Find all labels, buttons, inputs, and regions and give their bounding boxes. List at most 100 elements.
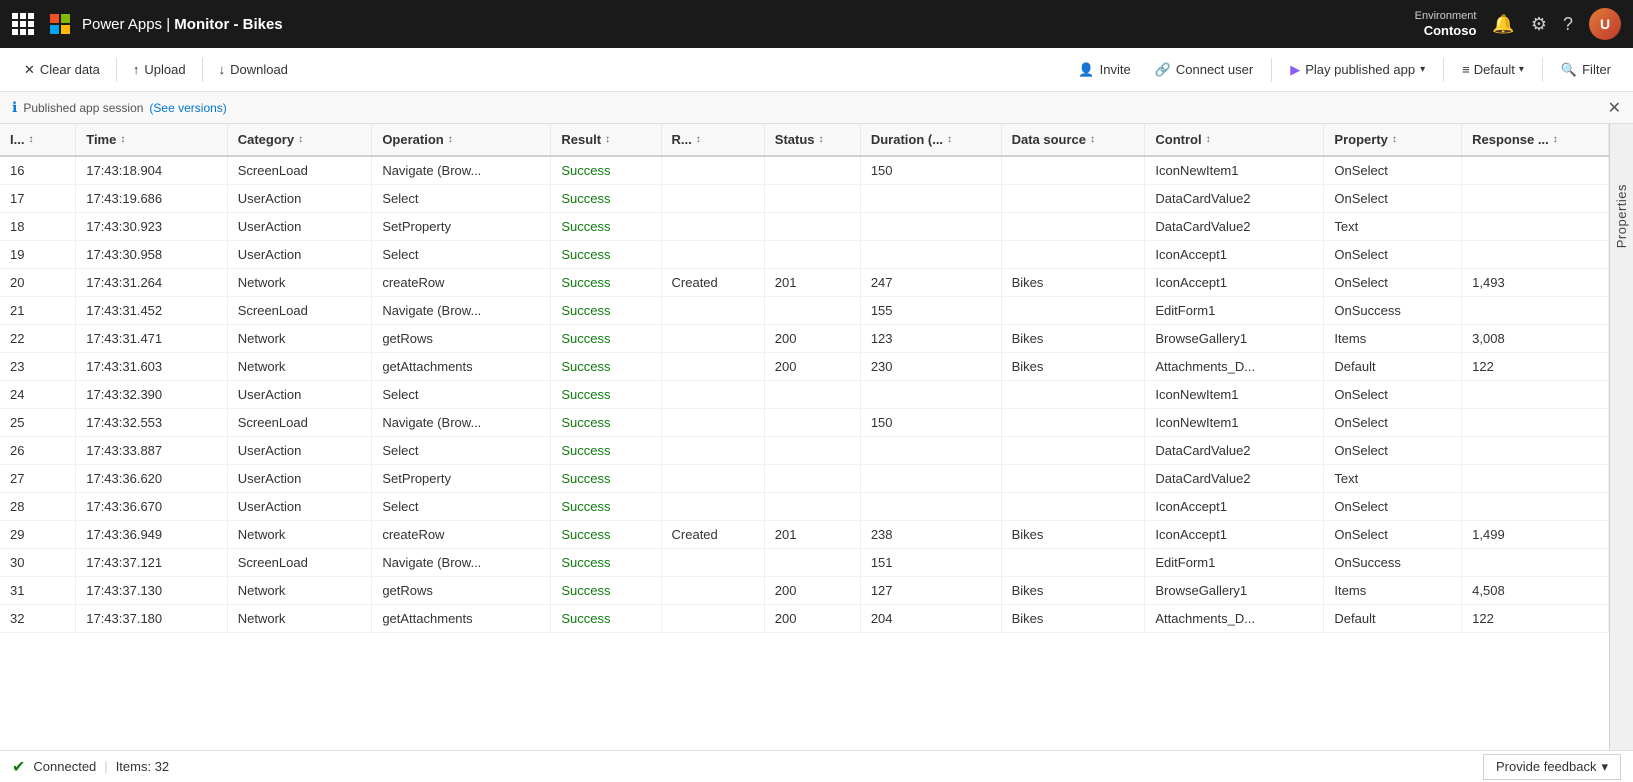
- cell-response: [1462, 241, 1609, 269]
- cell-duration: [860, 241, 1001, 269]
- sort-icon-category: ↕: [298, 134, 303, 145]
- monitor-table: I...↕Time↕Category↕Operation↕Result↕R...…: [0, 124, 1609, 633]
- cell-duration: 150: [860, 156, 1001, 185]
- table-row[interactable]: 2717:43:36.620UserActionSetPropertySucce…: [0, 465, 1609, 493]
- upload-icon: ↑: [133, 62, 140, 77]
- cell-status: [764, 297, 860, 325]
- th-label-operation: Operation: [382, 132, 443, 147]
- th-category[interactable]: Category↕: [227, 124, 372, 156]
- table-row[interactable]: 2417:43:32.390UserActionSelectSuccessIco…: [0, 381, 1609, 409]
- cell-result: Success: [551, 521, 661, 549]
- environment-block: Environment Contoso: [1415, 10, 1477, 39]
- th-property[interactable]: Property↕: [1324, 124, 1462, 156]
- table-row[interactable]: 2217:43:31.471NetworkgetRowsSuccess20012…: [0, 325, 1609, 353]
- table-row[interactable]: 3117:43:37.130NetworkgetRowsSuccess20012…: [0, 577, 1609, 605]
- cell-time: 17:43:19.686: [76, 185, 227, 213]
- clear-data-button[interactable]: ✕ Clear data: [12, 58, 112, 82]
- th-r[interactable]: R...↕: [661, 124, 764, 156]
- cell-category: UserAction: [227, 493, 372, 521]
- table-header-row: I...↕Time↕Category↕Operation↕Result↕R...…: [0, 124, 1609, 156]
- table-row[interactable]: 2017:43:31.264NetworkcreateRowSuccessCre…: [0, 269, 1609, 297]
- cell-property: Text: [1324, 465, 1462, 493]
- notification-icon[interactable]: 🔔: [1492, 14, 1514, 35]
- cell-result: Success: [551, 437, 661, 465]
- th-response[interactable]: Response ...↕: [1462, 124, 1609, 156]
- th-status[interactable]: Status↕: [764, 124, 860, 156]
- cell-result: Success: [551, 493, 661, 521]
- cell-r: [661, 241, 764, 269]
- cell-status: [764, 156, 860, 185]
- cell-operation: createRow: [372, 269, 551, 297]
- th-label-result: Result: [561, 132, 601, 147]
- th-duration[interactable]: Duration (...↕: [860, 124, 1001, 156]
- filter-button[interactable]: 🔍 Filter: [1551, 58, 1621, 82]
- table-row[interactable]: 1917:43:30.958UserActionSelectSuccessIco…: [0, 241, 1609, 269]
- success-badge: Success: [561, 443, 610, 458]
- user-avatar[interactable]: U: [1589, 8, 1621, 40]
- cell-r: [661, 549, 764, 577]
- th-time[interactable]: Time↕: [76, 124, 227, 156]
- table-body: 1617:43:18.904ScreenLoadNavigate (Brow..…: [0, 156, 1609, 633]
- success-badge: Success: [561, 499, 610, 514]
- cell-response: [1462, 465, 1609, 493]
- session-text: Published app session: [23, 101, 143, 115]
- table-row[interactable]: 2617:43:33.887UserActionSelectSuccessDat…: [0, 437, 1609, 465]
- play-icon: ▶: [1290, 62, 1300, 78]
- table-row[interactable]: 2117:43:31.452ScreenLoadNavigate (Brow..…: [0, 297, 1609, 325]
- table-row[interactable]: 3017:43:37.121ScreenLoadNavigate (Brow..…: [0, 549, 1609, 577]
- table-row[interactable]: 2517:43:32.553ScreenLoadNavigate (Brow..…: [0, 409, 1609, 437]
- table-row[interactable]: 2917:43:36.949NetworkcreateRowSuccessCre…: [0, 521, 1609, 549]
- table-row[interactable]: 2817:43:36.670UserActionSelectSuccessIco…: [0, 493, 1609, 521]
- cell-id: 25: [0, 409, 76, 437]
- cell-control: Attachments_D...: [1145, 605, 1324, 633]
- table-row[interactable]: 1717:43:19.686UserActionSelectSuccessDat…: [0, 185, 1609, 213]
- th-id[interactable]: I...↕: [0, 124, 76, 156]
- session-close-button[interactable]: ✕: [1608, 98, 1621, 118]
- provide-feedback-button[interactable]: Provide feedback ▾: [1483, 754, 1621, 780]
- main-area: I...↕Time↕Category↕Operation↕Result↕R...…: [0, 124, 1633, 750]
- upload-button[interactable]: ↑ Upload: [121, 58, 198, 81]
- table-row[interactable]: 2317:43:31.603NetworkgetAttachmentsSucce…: [0, 353, 1609, 381]
- cell-datasource: Bikes: [1001, 353, 1145, 381]
- cell-status: [764, 185, 860, 213]
- th-datasource[interactable]: Data source↕: [1001, 124, 1145, 156]
- waffle-icon[interactable]: [12, 13, 34, 35]
- cell-id: 24: [0, 381, 76, 409]
- cell-property: Default: [1324, 353, 1462, 381]
- cell-status: 201: [764, 521, 860, 549]
- cell-operation: Select: [372, 241, 551, 269]
- success-badge: Success: [561, 331, 610, 346]
- cell-control: DataCardValue2: [1145, 437, 1324, 465]
- success-badge: Success: [561, 359, 610, 374]
- cell-result: Success: [551, 549, 661, 577]
- see-versions-link[interactable]: (See versions): [149, 101, 226, 115]
- th-label-time: Time: [86, 132, 116, 147]
- table-row[interactable]: 1617:43:18.904ScreenLoadNavigate (Brow..…: [0, 156, 1609, 185]
- cell-control: IconNewItem1: [1145, 381, 1324, 409]
- th-operation[interactable]: Operation↕: [372, 124, 551, 156]
- th-control[interactable]: Control↕: [1145, 124, 1324, 156]
- connect-user-button[interactable]: 🔗 Connect user: [1145, 58, 1264, 82]
- cell-response: [1462, 213, 1609, 241]
- cell-control: Attachments_D...: [1145, 353, 1324, 381]
- table-row[interactable]: 1817:43:30.923UserActionSetPropertySucce…: [0, 213, 1609, 241]
- th-result[interactable]: Result↕: [551, 124, 661, 156]
- default-button[interactable]: ≡ Default ▾: [1452, 58, 1534, 81]
- play-published-app-button[interactable]: ▶ Play published app ▾: [1280, 58, 1435, 82]
- download-button[interactable]: ↓ Download: [207, 58, 300, 81]
- cell-result: Success: [551, 297, 661, 325]
- cell-datasource: [1001, 437, 1145, 465]
- cell-property: OnSelect: [1324, 493, 1462, 521]
- cell-result: Success: [551, 353, 661, 381]
- help-icon[interactable]: ?: [1563, 14, 1573, 35]
- data-table-container[interactable]: I...↕Time↕Category↕Operation↕Result↕R...…: [0, 124, 1609, 750]
- cell-result: Success: [551, 381, 661, 409]
- settings-icon[interactable]: ⚙: [1531, 14, 1547, 35]
- cell-datasource: [1001, 493, 1145, 521]
- invite-button[interactable]: 👤 Invite: [1068, 58, 1140, 82]
- cell-datasource: Bikes: [1001, 605, 1145, 633]
- properties-panel[interactable]: Properties: [1609, 124, 1633, 750]
- cell-id: 23: [0, 353, 76, 381]
- table-row[interactable]: 3217:43:37.180NetworkgetAttachmentsSucce…: [0, 605, 1609, 633]
- success-badge: Success: [561, 387, 610, 402]
